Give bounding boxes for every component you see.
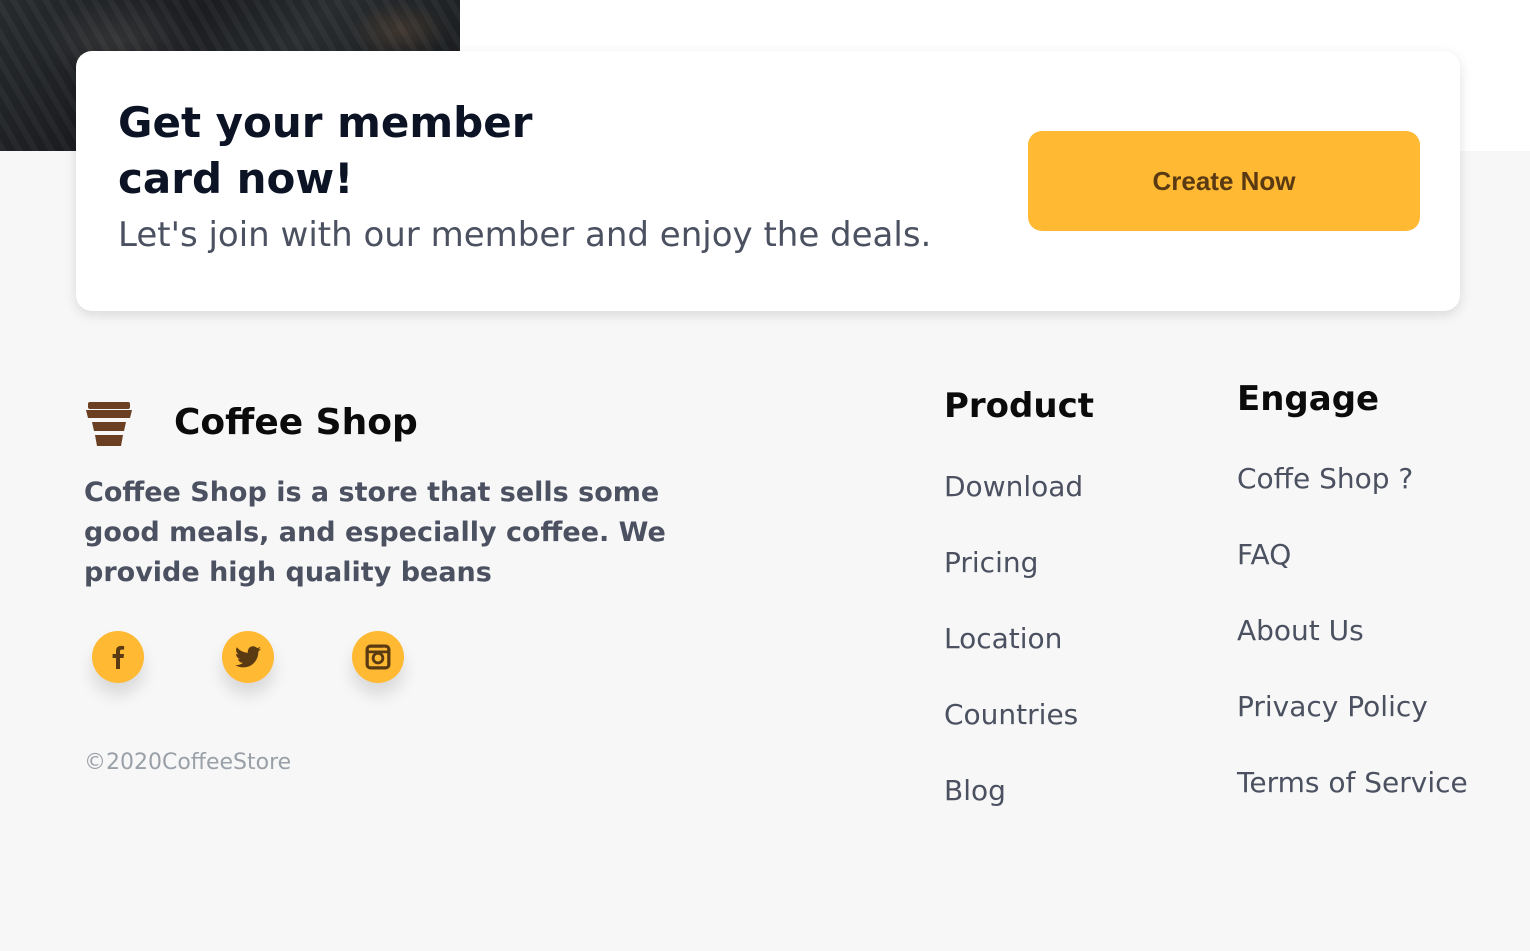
footer-link-download[interactable]: Download [944,469,1083,505]
member-card: Get your member card now! Let's join wit… [76,51,1460,311]
facebook-link[interactable] [92,631,144,683]
footer-link-pricing[interactable]: Pricing [944,545,1038,581]
product-heading: Product [944,386,1094,426]
twitter-icon [235,646,261,668]
footer-link-faq[interactable]: FAQ [1237,537,1291,573]
twitter-link[interactable] [222,631,274,683]
footer-link-about-us[interactable]: About Us [1237,613,1364,649]
create-now-button[interactable]: Create Now [1028,131,1420,231]
member-card-subtitle: Let's join with our member and enjoy the… [118,215,932,255]
footer-link-location[interactable]: Location [944,621,1062,657]
brand-name: Coffee Shop [174,402,418,443]
footer-link-terms-of-service[interactable]: Terms of Service [1237,765,1468,801]
brand-description: Coffee Shop is a store that sells some g… [84,477,666,588]
coffee-cup-icon [84,398,134,446]
instagram-link[interactable] [352,631,404,683]
member-card-title: Get your member card now! [118,98,533,203]
copyright-text: ©2020CoffeeStore [84,750,292,775]
footer-link-privacy-policy[interactable]: Privacy Policy [1237,689,1428,725]
facebook-icon [111,645,125,669]
footer-link-countries[interactable]: Countries [944,697,1078,733]
instagram-icon [365,644,391,670]
footer-link-coffe-shop[interactable]: Coffe Shop ? [1237,461,1413,497]
engage-heading: Engage [1237,379,1380,419]
footer-link-blog[interactable]: Blog [944,773,1006,809]
